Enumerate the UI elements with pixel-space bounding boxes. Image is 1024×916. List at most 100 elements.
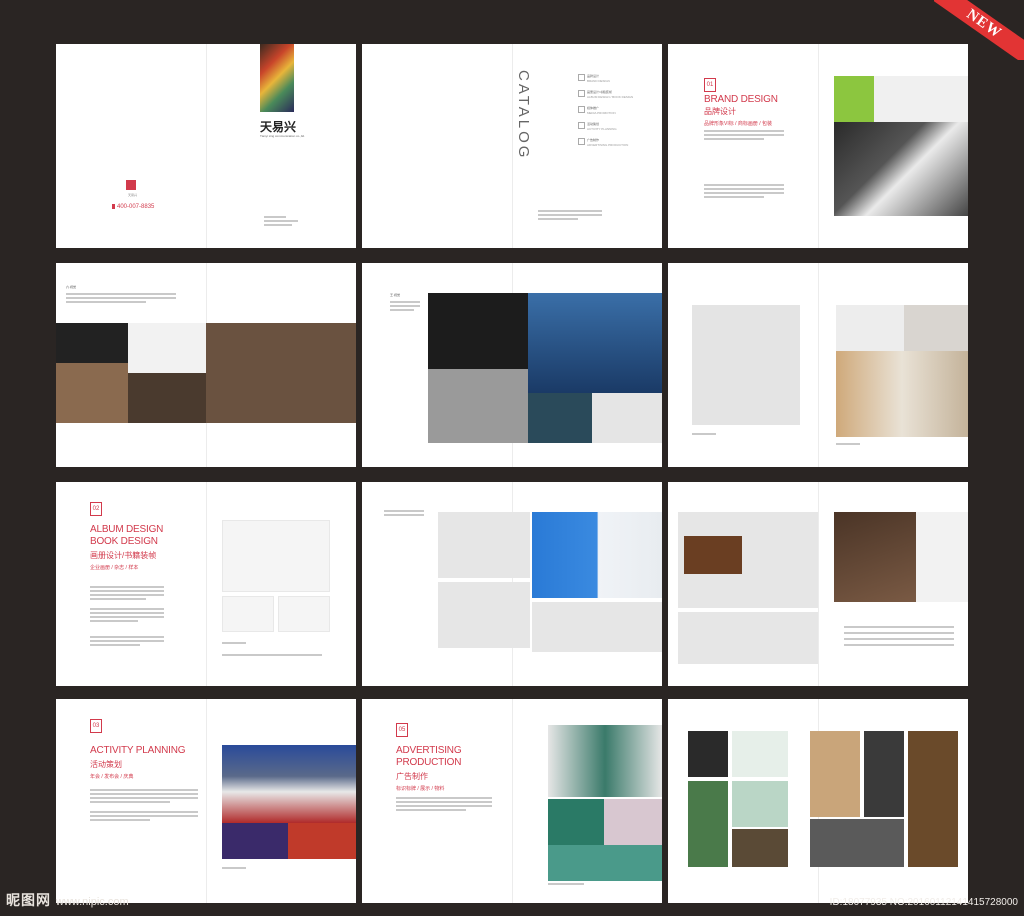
event-stage-image xyxy=(222,823,288,859)
tree-sign-image xyxy=(688,781,728,867)
coffee-cup-image xyxy=(834,512,916,602)
letterhead-mockup-image xyxy=(692,305,800,425)
phone-icon xyxy=(112,204,115,209)
cover-mini-logo: 天易兴 xyxy=(128,193,138,197)
house-sign-image xyxy=(732,731,788,777)
album-subtitle: 企业画册 / 杂志 / 样本 xyxy=(90,565,139,571)
section-number-badge: 02 xyxy=(90,502,102,516)
catalog-item-cn: 活动策划 xyxy=(587,122,600,126)
spread-vi-stationery: 六·视觉 xyxy=(56,263,356,467)
brand-title-cn: 品牌设计 xyxy=(704,107,736,116)
section-number-badge: 01 xyxy=(704,78,716,92)
catalog-title: CATALOG xyxy=(515,70,532,161)
footer-url: www.nipic.com xyxy=(55,896,129,908)
spread-signage xyxy=(668,699,968,903)
spread-activity-planning: 03 ACTIVITY PLANNING 活动策划 年会 / 发布会 / 庆典 xyxy=(56,699,356,903)
business-cards-image xyxy=(874,76,968,122)
stationery-photo-image xyxy=(834,122,968,216)
event-crowd-image xyxy=(288,823,356,859)
ad-title-line1: ADVERTISING xyxy=(396,745,462,756)
teal-signage-image xyxy=(548,845,662,881)
wang-caption: 王·视觉 xyxy=(390,293,400,297)
coffee-text-page-image xyxy=(916,512,968,602)
section-number-badge: 03 xyxy=(90,719,102,733)
catalog-item-en: MEDIA PROMOTION xyxy=(587,111,616,115)
album-spread-small-image xyxy=(278,596,330,632)
dark-cards-image xyxy=(428,293,528,369)
gold-card-image xyxy=(428,369,528,443)
album-title-line1: ALBUM DESIGN xyxy=(90,524,164,535)
event-hall-image xyxy=(222,745,356,823)
wood-totem-image xyxy=(908,731,958,867)
footer-watermark-logo: 昵图网 www.nipic.com xyxy=(6,890,129,910)
catalog-item-en: ALBUM DESIGN / BOOK DESIGN xyxy=(587,95,634,99)
album-spread-small-image xyxy=(222,596,274,632)
pink-signage-image xyxy=(604,799,662,845)
spread-cover: 天易兴 Tianyi xing communication co.,ltd. 天… xyxy=(56,44,356,248)
stationery-set-image xyxy=(56,363,128,423)
ad-subtitle: 标识标牌 / 展示 / 物料 xyxy=(396,786,445,792)
ad-title-cn: 广告制作 xyxy=(396,772,428,781)
catalog-item-en: BRAND DESIGN xyxy=(587,79,610,83)
coffee-beans-photo-image xyxy=(684,536,742,574)
activity-subtitle: 年会 / 发布会 / 庆典 xyxy=(90,774,134,780)
spread-catalog: CATALOG 品牌设计 BRAND DESIGN 画册设计/书籍装帧 ALBU… xyxy=(362,44,662,248)
vi-caption: 六·视觉 xyxy=(66,285,76,289)
spread-packaging xyxy=(668,263,968,467)
spread-coffee-layout xyxy=(668,482,968,686)
spread-advertising: 05 ADVERTISING PRODUCTION 广告制作 标识标牌 / 展示… xyxy=(362,699,662,903)
stationery-photo-image xyxy=(836,305,904,351)
dark-sign-image xyxy=(688,731,728,777)
section-number-badge: 05 xyxy=(396,723,408,737)
leather-folder-image xyxy=(206,323,356,423)
album-title-line2: BOOK DESIGN xyxy=(90,536,158,547)
coffee-thumbs-image xyxy=(678,612,818,664)
dark-stationery-image xyxy=(128,373,206,423)
brand-subtitle: 品牌形象VI标 / 商标画册 / 包装 xyxy=(704,121,773,127)
spread-brand-design: 01 BRAND DESIGN 品牌设计 品牌形象VI标 / 商标画册 / 包装 xyxy=(668,44,968,248)
neon-sign-image xyxy=(528,393,592,443)
white-wall-image xyxy=(592,393,662,443)
catalog-item-cn: 广告制作 xyxy=(587,138,600,142)
cover-tagline: Tianyi xing communication co.,ltd. xyxy=(260,134,305,138)
ad-title-line2: PRODUCTION xyxy=(396,757,462,768)
activity-title: ACTIVITY PLANNING xyxy=(90,745,186,756)
wall-display-image xyxy=(548,725,662,797)
pen-sketch-image xyxy=(904,305,968,351)
new-badge: NEW xyxy=(934,0,1024,60)
catalog-item-en: ACTIVITY PLANNING xyxy=(587,127,617,131)
pillar-sign-image xyxy=(810,731,860,817)
catalog-item-cn: 品牌设计 xyxy=(587,74,600,78)
green-board-image xyxy=(732,781,788,827)
catalog-item-en: ADVERTISING PRODUCTION xyxy=(587,143,629,147)
footer-id-text: ID:18077935 NO:20160112141415728000 xyxy=(829,897,1018,908)
catalog-item-cn: 媒体推广 xyxy=(587,106,600,110)
coffee-bag-image xyxy=(836,351,968,437)
cover-logo-icon xyxy=(126,180,136,190)
spread-album-design: 02 ALBUM DESIGN BOOK DESIGN 画册设计/书籍装帧 企业… xyxy=(56,482,356,686)
white-envelope-image xyxy=(128,323,206,373)
spread-report-layout xyxy=(362,482,662,686)
lime-logo-card-image xyxy=(834,76,874,122)
catalog-item-cn: 画册设计/书籍装帧 xyxy=(587,90,612,94)
brand-title: BRAND DESIGN xyxy=(704,94,778,105)
new-badge-label: NEW xyxy=(934,0,1024,60)
activity-title-cn: 活动策划 xyxy=(90,760,122,769)
blue-cover-image xyxy=(532,512,662,598)
cover-phone: 400-007-8835 xyxy=(117,204,155,210)
report-thumbs-image xyxy=(532,602,662,652)
black-logo-card-image xyxy=(56,323,128,363)
green-signage-image xyxy=(548,799,604,845)
tower-sign-image xyxy=(810,819,904,867)
black-totem-image xyxy=(864,731,904,817)
building-sign-image xyxy=(528,293,662,393)
open-album-image xyxy=(222,520,330,592)
cover-art-image xyxy=(260,44,294,112)
footer-logo-text: 昵图网 xyxy=(6,892,51,908)
album-title-cn: 画册设计/书籍装帧 xyxy=(90,551,157,560)
spread-wang-signage: 王·视觉 xyxy=(362,263,662,467)
report-spread-image xyxy=(438,512,530,578)
cover-brand-title: 天易兴 xyxy=(260,120,297,134)
gold-plaque-image xyxy=(732,829,788,867)
report-spread-image xyxy=(438,582,530,648)
